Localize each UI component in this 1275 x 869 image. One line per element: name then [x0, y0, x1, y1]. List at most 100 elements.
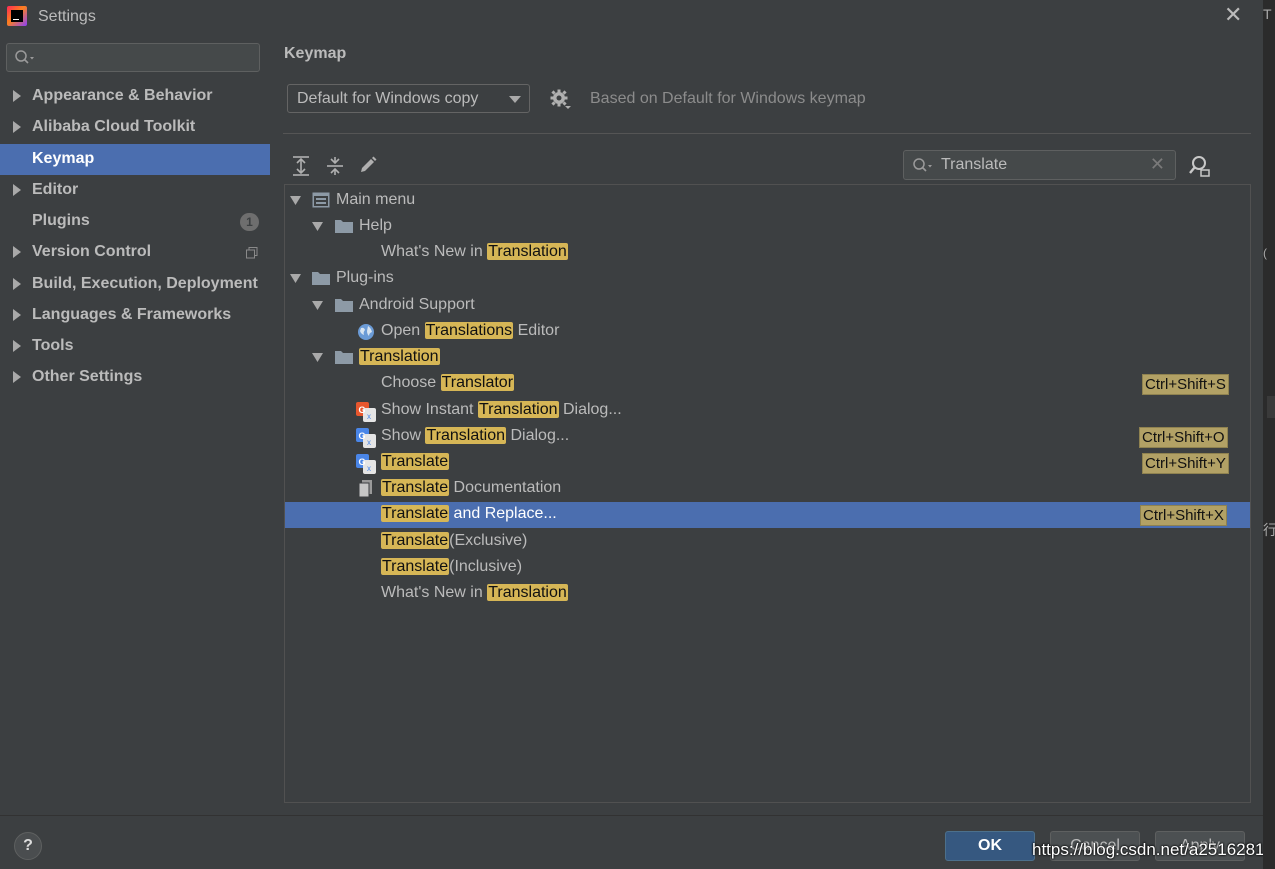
intellij-logo-icon: [7, 6, 27, 26]
divider: [283, 133, 1251, 134]
svg-text:x: x: [367, 464, 371, 473]
svg-text:x: x: [367, 412, 371, 421]
tree-action-whats-new-translation[interactable]: What's New in Translation: [285, 581, 1250, 607]
dialog-footer: ? OK Cancel Apply https://blog.csdn.net/…: [0, 815, 1275, 869]
tree-node-plug-ins[interactable]: Plug-ins: [285, 266, 1250, 292]
tree-action-open-translations-editor[interactable]: Open Translations Editor: [285, 319, 1250, 345]
sidebar-item-label: Other Settings: [32, 368, 143, 385]
tree-node-label: Show Translation Dialog...: [381, 427, 570, 444]
tree-node-label: What's New in Translation: [381, 584, 568, 601]
ok-button[interactable]: OK: [945, 831, 1035, 861]
tree-node-label: Show Instant Translation Dialog...: [381, 401, 622, 418]
sidebar-item-label: Keymap: [32, 150, 95, 167]
tree-action-translate[interactable]: G x Translate Ctrl+Shift+Y: [285, 450, 1250, 476]
tree-node-label: Translate(Exclusive): [381, 532, 528, 549]
window-title: Settings: [38, 8, 96, 25]
document-icon: [359, 480, 372, 498]
title-bar: Settings ✕: [0, 0, 1263, 34]
chevron-down-icon: [290, 274, 301, 283]
search-icon: [15, 50, 34, 64]
sidebar-item-label: Build, Execution, Deployment: [32, 275, 258, 292]
settings-sidebar: Appearance & Behavior Alibaba Cloud Tool…: [0, 34, 270, 815]
svg-text:G: G: [359, 457, 366, 467]
chevron-right-icon: [13, 121, 21, 133]
background-glyph: 行: [1263, 522, 1275, 538]
google-translate-icon: G x: [356, 454, 376, 474]
sidebar-item-version-control[interactable]: Version Control: [0, 237, 270, 268]
sidebar-item-plugins[interactable]: Plugins 1: [0, 206, 270, 237]
filter-value: Translate: [941, 156, 1008, 173]
chevron-right-icon: [13, 278, 21, 290]
tree-node-label: Choose Translator: [381, 374, 515, 391]
keymap-panel: Keymap Default for Windows copy Based on…: [270, 34, 1263, 815]
tree-node-label: Plug-ins: [336, 269, 394, 286]
background-glyph: (: [1263, 246, 1267, 260]
chevron-right-icon: [13, 309, 21, 321]
chevron-right-icon: [13, 246, 21, 258]
sidebar-item-label: Alibaba Cloud Toolkit: [32, 118, 196, 135]
sidebar-item-build-execution-deployment[interactable]: Build, Execution, Deployment: [0, 269, 270, 300]
tree-node-help[interactable]: Help: [285, 214, 1250, 240]
tree-action-choose-translator[interactable]: Choose Translator Ctrl+Shift+S: [285, 371, 1250, 397]
tree-node-label: Translate and Replace...: [381, 505, 557, 522]
tree-action-translate-and-replace[interactable]: Translate and Replace... Ctrl+Shift+X: [285, 502, 1250, 528]
folder-icon: [312, 272, 330, 285]
tree-action-translate-documentation[interactable]: Translate Documentation: [285, 476, 1250, 502]
watermark: https://blog.csdn.net/a251628111: [1032, 840, 1275, 859]
chevron-right-icon: [13, 371, 21, 383]
sidebar-item-keymap[interactable]: Keymap: [0, 144, 270, 175]
pencil-icon[interactable]: [359, 156, 377, 174]
help-button[interactable]: ?: [14, 832, 42, 860]
sidebar-search-input[interactable]: [6, 43, 260, 72]
collapse-all-icon[interactable]: [326, 156, 344, 176]
shortcut-badge: Ctrl+Shift+S: [1142, 374, 1229, 395]
gear-icon[interactable]: [550, 89, 572, 111]
tree-action-show-translation-dialog[interactable]: G x Show Translation Dialog... Ctrl+Shif…: [285, 424, 1250, 450]
chevron-down-icon: [312, 301, 323, 310]
keymap-filter-input[interactable]: Translate ✕: [903, 150, 1176, 180]
sidebar-item-editor[interactable]: Editor: [0, 175, 270, 206]
tree-node-translation[interactable]: Translation: [285, 345, 1250, 371]
sidebar-item-appearance-behavior[interactable]: Appearance & Behavior: [0, 81, 270, 112]
svg-text:G: G: [359, 405, 366, 415]
shortcut-badge: Ctrl+Shift+Y: [1142, 453, 1229, 474]
sidebar-item-label: Languages & Frameworks: [32, 306, 232, 323]
sidebar-item-tools[interactable]: Tools: [0, 331, 270, 362]
tree-node-label: Translate: [381, 453, 450, 470]
menu-icon: [312, 192, 330, 208]
sidebar-item-languages-frameworks[interactable]: Languages & Frameworks: [0, 300, 270, 331]
keymap-action-tree: Main menu Help What's New in Translation…: [284, 184, 1251, 803]
chevron-down-icon: [290, 196, 301, 205]
sidebar-item-label: Appearance & Behavior: [32, 87, 213, 104]
tree-action-whats-new-help[interactable]: What's New in Translation: [285, 240, 1250, 266]
sidebar-item-alibaba-cloud-toolkit[interactable]: Alibaba Cloud Toolkit: [0, 112, 270, 143]
keymap-scheme-dropdown[interactable]: Default for Windows copy: [287, 84, 530, 113]
chevron-down-icon: [509, 96, 521, 103]
tree-action-show-instant-translation[interactable]: G x Show Instant Translation Dialog...: [285, 398, 1250, 424]
folder-icon: [335, 220, 353, 233]
svg-text:x: x: [367, 438, 371, 447]
find-shortcut-icon[interactable]: [1188, 155, 1210, 177]
close-icon[interactable]: ✕: [1224, 4, 1242, 26]
background-scroll-mark: [1267, 396, 1275, 418]
svg-text:G: G: [359, 431, 366, 441]
chevron-down-icon: [312, 353, 323, 362]
keymap-scheme-value: Default for Windows copy: [297, 90, 479, 107]
tree-node-android-support[interactable]: Android Support: [285, 293, 1250, 319]
globe-icon: [358, 324, 374, 340]
tree-node-main-menu[interactable]: Main menu: [285, 188, 1250, 214]
sidebar-item-label: Version Control: [32, 243, 152, 260]
background-glyph: T: [1263, 6, 1272, 22]
tree-action-translate-inclusive[interactable]: Translate(Inclusive): [285, 555, 1250, 581]
tree-node-label: What's New in Translation: [381, 243, 568, 260]
clear-icon[interactable]: ✕: [1150, 154, 1165, 175]
tree-node-label: Android Support: [359, 296, 475, 313]
background-editor-edge: T ( 行: [1263, 0, 1275, 869]
chevron-right-icon: [13, 90, 21, 102]
expand-all-icon[interactable]: [292, 156, 310, 176]
tree-node-label: Help: [359, 217, 392, 234]
project-settings-icon: [246, 247, 258, 259]
sidebar-item-other-settings[interactable]: Other Settings: [0, 362, 270, 393]
plugins-update-badge: 1: [240, 213, 259, 231]
tree-action-translate-exclusive[interactable]: Translate(Exclusive): [285, 529, 1250, 555]
